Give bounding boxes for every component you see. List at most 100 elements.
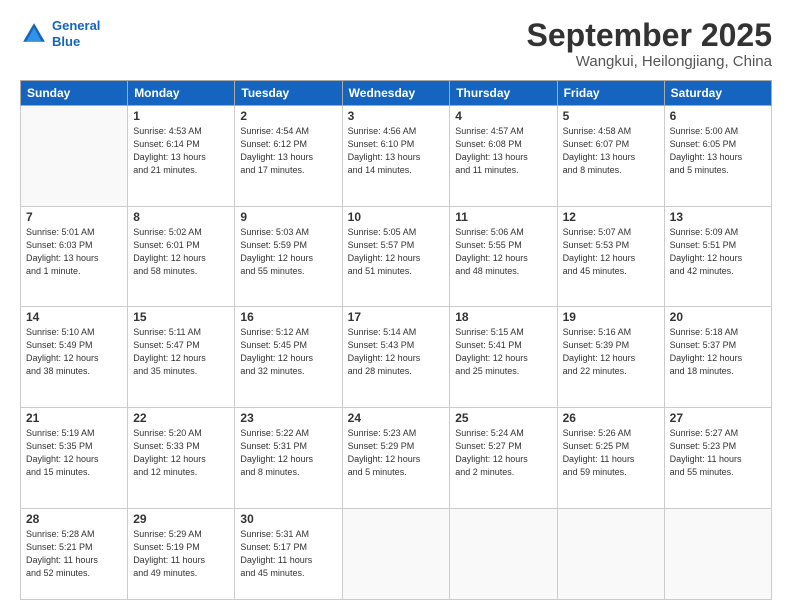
day-number: 22: [133, 411, 229, 425]
day-number: 13: [670, 210, 766, 224]
day-number: 12: [563, 210, 659, 224]
page: General Blue September 2025 Wangkui, Hei…: [0, 0, 792, 612]
day-info: Sunrise: 5:26 AM Sunset: 5:25 PM Dayligh…: [563, 427, 659, 479]
logo: General Blue: [20, 18, 100, 49]
calendar-cell: 3 Sunrise: 4:56 AM Sunset: 6:10 PM Daylig…: [342, 106, 450, 207]
day-number: 24: [348, 411, 445, 425]
calendar-cell: 14 Sunrise: 5:10 AM Sunset: 5:49 PM Dayli…: [21, 307, 128, 408]
calendar-cell: 30 Sunrise: 5:31 AM Sunset: 5:17 PM Dayli…: [235, 508, 342, 600]
day-info: Sunrise: 5:12 AM Sunset: 5:45 PM Dayligh…: [240, 326, 336, 378]
calendar-cell: 8 Sunrise: 5:02 AM Sunset: 6:01 PM Daylig…: [128, 206, 235, 307]
day-number: 26: [563, 411, 659, 425]
day-number: 11: [455, 210, 551, 224]
day-number: 7: [26, 210, 122, 224]
weekday-header: Monday: [128, 81, 235, 106]
day-info: Sunrise: 5:01 AM Sunset: 6:03 PM Dayligh…: [26, 226, 122, 278]
day-number: 14: [26, 310, 122, 324]
day-info: Sunrise: 5:29 AM Sunset: 5:19 PM Dayligh…: [133, 528, 229, 580]
header-row: SundayMondayTuesdayWednesdayThursdayFrid…: [21, 81, 772, 106]
calendar-table: SundayMondayTuesdayWednesdayThursdayFrid…: [20, 80, 772, 600]
day-info: Sunrise: 4:58 AM Sunset: 6:07 PM Dayligh…: [563, 125, 659, 177]
day-info: Sunrise: 5:23 AM Sunset: 5:29 PM Dayligh…: [348, 427, 445, 479]
day-info: Sunrise: 4:56 AM Sunset: 6:10 PM Dayligh…: [348, 125, 445, 177]
calendar-cell: 24 Sunrise: 5:23 AM Sunset: 5:29 PM Dayli…: [342, 407, 450, 508]
calendar-week-row: 28Sunrise: 5:28 AM Sunset: 5:21 PM Dayli…: [21, 508, 772, 600]
calendar-week-row: 1 Sunrise: 4:53 AM Sunset: 6:14 PM Daylig…: [21, 106, 772, 207]
day-info: Sunrise: 5:19 AM Sunset: 5:35 PM Dayligh…: [26, 427, 122, 479]
calendar-cell: 5Sunrise: 4:58 AM Sunset: 6:07 PM Daylig…: [557, 106, 664, 207]
calendar-cell: [342, 508, 450, 600]
day-info: Sunrise: 5:27 AM Sunset: 5:23 PM Dayligh…: [670, 427, 766, 479]
weekday-header: Thursday: [450, 81, 557, 106]
day-info: Sunrise: 5:22 AM Sunset: 5:31 PM Dayligh…: [240, 427, 336, 479]
calendar-cell: [664, 508, 771, 600]
weekday-header: Wednesday: [342, 81, 450, 106]
logo-text: General Blue: [52, 18, 100, 49]
day-number: 21: [26, 411, 122, 425]
calendar-cell: 17 Sunrise: 5:14 AM Sunset: 5:43 PM Dayli…: [342, 307, 450, 408]
day-info: Sunrise: 5:03 AM Sunset: 5:59 PM Dayligh…: [240, 226, 336, 278]
calendar-cell: 29 Sunrise: 5:29 AM Sunset: 5:19 PM Dayli…: [128, 508, 235, 600]
day-number: 3: [348, 109, 445, 123]
calendar-cell: 21 Sunrise: 5:19 AM Sunset: 5:35 PM Dayli…: [21, 407, 128, 508]
day-info: Sunrise: 4:54 AM Sunset: 6:12 PM Dayligh…: [240, 125, 336, 177]
day-info: Sunrise: 5:14 AM Sunset: 5:43 PM Dayligh…: [348, 326, 445, 378]
day-info: Sunrise: 5:10 AM Sunset: 5:49 PM Dayligh…: [26, 326, 122, 378]
day-info: Sunrise: 4:53 AM Sunset: 6:14 PM Dayligh…: [133, 125, 229, 177]
calendar-cell: 12 Sunrise: 5:07 AM Sunset: 5:53 PM Dayli…: [557, 206, 664, 307]
day-number: 8: [133, 210, 229, 224]
calendar-cell: 16Sunrise: 5:12 AM Sunset: 5:45 PM Dayli…: [235, 307, 342, 408]
month-title: September 2025: [527, 18, 772, 53]
calendar-cell: 10Sunrise: 5:05 AM Sunset: 5:57 PM Dayli…: [342, 206, 450, 307]
header: General Blue September 2025 Wangkui, Hei…: [20, 18, 772, 70]
calendar-cell: 22 Sunrise: 5:20 AM Sunset: 5:33 PM Dayli…: [128, 407, 235, 508]
day-number: 15: [133, 310, 229, 324]
day-info: Sunrise: 5:00 AM Sunset: 6:05 PM Dayligh…: [670, 125, 766, 177]
day-info: Sunrise: 5:18 AM Sunset: 5:37 PM Dayligh…: [670, 326, 766, 378]
calendar-cell: 26 Sunrise: 5:26 AM Sunset: 5:25 PM Dayli…: [557, 407, 664, 508]
day-number: 1: [133, 109, 229, 123]
day-info: Sunrise: 4:57 AM Sunset: 6:08 PM Dayligh…: [455, 125, 551, 177]
location-title: Wangkui, Heilongjiang, China: [527, 53, 772, 70]
weekday-header: Friday: [557, 81, 664, 106]
day-number: 28: [26, 512, 122, 526]
logo-line1: General: [52, 18, 100, 33]
calendar-cell: [450, 508, 557, 600]
calendar-cell: 9Sunrise: 5:03 AM Sunset: 5:59 PM Daylig…: [235, 206, 342, 307]
calendar-cell: 20Sunrise: 5:18 AM Sunset: 5:37 PM Dayli…: [664, 307, 771, 408]
day-number: 17: [348, 310, 445, 324]
calendar-cell: 1 Sunrise: 4:53 AM Sunset: 6:14 PM Daylig…: [128, 106, 235, 207]
calendar-cell: 13Sunrise: 5:09 AM Sunset: 5:51 PM Dayli…: [664, 206, 771, 307]
day-number: 2: [240, 109, 336, 123]
day-number: 6: [670, 109, 766, 123]
day-number: 19: [563, 310, 659, 324]
day-number: 30: [240, 512, 336, 526]
calendar-week-row: 14 Sunrise: 5:10 AM Sunset: 5:49 PM Dayli…: [21, 307, 772, 408]
day-info: Sunrise: 5:24 AM Sunset: 5:27 PM Dayligh…: [455, 427, 551, 479]
day-info: Sunrise: 5:31 AM Sunset: 5:17 PM Dayligh…: [240, 528, 336, 580]
calendar-cell: 2 Sunrise: 4:54 AM Sunset: 6:12 PM Daylig…: [235, 106, 342, 207]
calendar-cell: 11 Sunrise: 5:06 AM Sunset: 5:55 PM Dayli…: [450, 206, 557, 307]
day-number: 25: [455, 411, 551, 425]
day-info: Sunrise: 5:07 AM Sunset: 5:53 PM Dayligh…: [563, 226, 659, 278]
weekday-header: Sunday: [21, 81, 128, 106]
logo-icon: [20, 20, 48, 48]
logo-line2: Blue: [52, 34, 80, 49]
calendar-cell: 7 Sunrise: 5:01 AM Sunset: 6:03 PM Daylig…: [21, 206, 128, 307]
day-number: 4: [455, 109, 551, 123]
day-info: Sunrise: 5:16 AM Sunset: 5:39 PM Dayligh…: [563, 326, 659, 378]
calendar-cell: 15 Sunrise: 5:11 AM Sunset: 5:47 PM Dayli…: [128, 307, 235, 408]
day-info: Sunrise: 5:05 AM Sunset: 5:57 PM Dayligh…: [348, 226, 445, 278]
day-number: 29: [133, 512, 229, 526]
calendar-week-row: 21 Sunrise: 5:19 AM Sunset: 5:35 PM Dayli…: [21, 407, 772, 508]
day-info: Sunrise: 5:02 AM Sunset: 6:01 PM Dayligh…: [133, 226, 229, 278]
day-info: Sunrise: 5:20 AM Sunset: 5:33 PM Dayligh…: [133, 427, 229, 479]
day-info: Sunrise: 5:15 AM Sunset: 5:41 PM Dayligh…: [455, 326, 551, 378]
day-info: Sunrise: 5:11 AM Sunset: 5:47 PM Dayligh…: [133, 326, 229, 378]
calendar-cell: 28Sunrise: 5:28 AM Sunset: 5:21 PM Dayli…: [21, 508, 128, 600]
day-info: Sunrise: 5:06 AM Sunset: 5:55 PM Dayligh…: [455, 226, 551, 278]
day-number: 18: [455, 310, 551, 324]
title-block: September 2025 Wangkui, Heilongjiang, Ch…: [527, 18, 772, 70]
calendar-cell: 19 Sunrise: 5:16 AM Sunset: 5:39 PM Dayli…: [557, 307, 664, 408]
calendar-cell: [21, 106, 128, 207]
